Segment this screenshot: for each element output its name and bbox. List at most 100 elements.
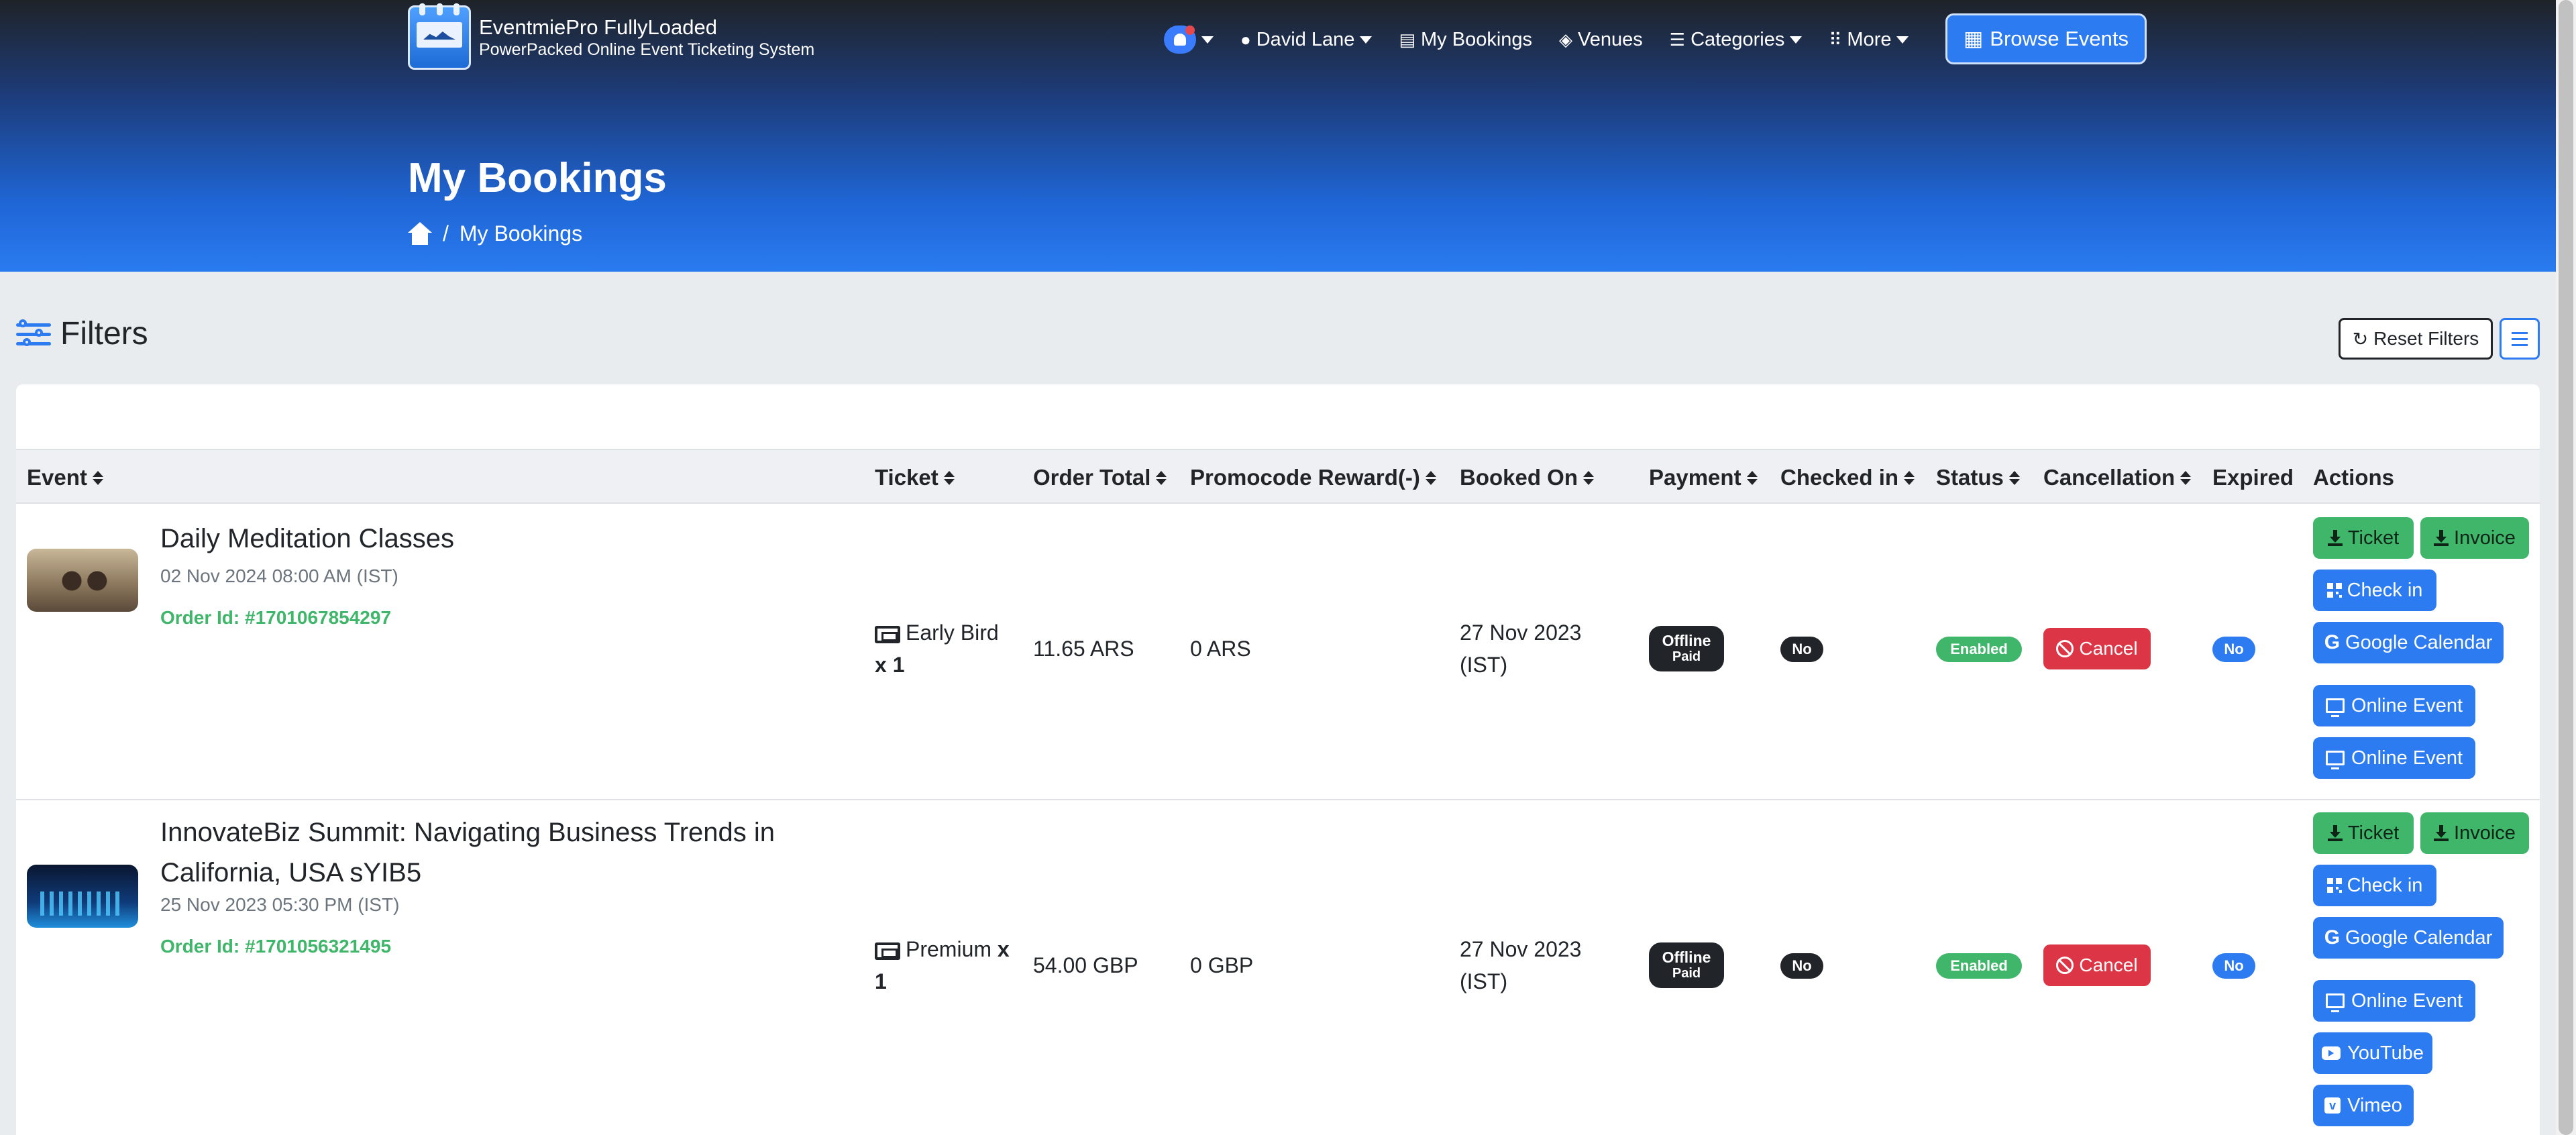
breadcrumb-current[interactable]: My Bookings: [460, 221, 582, 246]
scrollbar-track[interactable]: [2556, 0, 2576, 1135]
check-in-button[interactable]: Check in: [2313, 865, 2436, 906]
sort-icon: [1904, 470, 1915, 485]
ticket-cell: Early Bird x 1: [875, 620, 999, 677]
nav-my-bookings[interactable]: ▤ My Bookings: [1399, 29, 1532, 51]
nav-more[interactable]: ⠿ More: [1829, 29, 1909, 51]
header-order-total[interactable]: Order Total: [1033, 450, 1167, 505]
header-payment[interactable]: Payment: [1649, 450, 1758, 505]
youtube-icon: [2322, 1046, 2341, 1060]
cancel-booking-button[interactable]: Cancel: [2043, 944, 2151, 986]
online-event-button[interactable]: Online Event: [2313, 685, 2475, 726]
nav-venues-label: Venues: [1578, 28, 1643, 50]
reset-filters-button[interactable]: ↻ Reset Filters: [2339, 318, 2493, 360]
sort-icon: [92, 470, 103, 485]
order-id: Order Id: #1701056321495: [160, 936, 392, 957]
header-booked-on[interactable]: Booked On: [1460, 450, 1595, 505]
browse-events-label: Browse Events: [1990, 27, 2129, 50]
nav-categories[interactable]: ☰ Categories: [1670, 29, 1803, 51]
monitor-icon: [2325, 751, 2345, 769]
check-in-button[interactable]: Check in: [2313, 570, 2436, 611]
event-title[interactable]: InnovateBiz Summit: Navigating Business …: [160, 812, 775, 893]
event-date: 25 Nov 2023 05:30 PM (IST): [160, 894, 400, 915]
event-thumbnail[interactable]: [27, 865, 138, 928]
nav-more-label: More: [1847, 28, 1892, 50]
ban-icon: [2056, 640, 2074, 657]
table-row: Daily Meditation Classes 02 Nov 2024 08:…: [16, 505, 2540, 800]
map-icon: ◈: [1559, 29, 1573, 50]
download-ticket-button[interactable]: Ticket: [2313, 812, 2414, 854]
header-ticket[interactable]: Ticket: [875, 450, 955, 505]
status-badge: Enabled: [1936, 953, 2022, 979]
chevron-down-icon: [1896, 36, 1909, 44]
refresh-icon: ↻: [2352, 328, 2369, 349]
vimeo-button[interactable]: v Vimeo: [2313, 1085, 2414, 1126]
google-calendar-button[interactable]: G Google Calendar: [2313, 622, 2504, 663]
download-invoice-button[interactable]: Invoice: [2420, 812, 2529, 854]
nav-venues[interactable]: ◈ Venues: [1559, 29, 1643, 51]
youtube-button[interactable]: YouTube: [2313, 1032, 2432, 1074]
sort-icon: [1746, 470, 1758, 485]
online-event-button[interactable]: Online Event: [2313, 737, 2475, 779]
booked-on: 27 Nov 2023 (IST): [1460, 937, 1582, 993]
breadcrumb-separator: /: [443, 221, 449, 246]
app-subtitle: PowerPacked Online Event Ticketing Syste…: [479, 40, 815, 59]
event-thumbnail[interactable]: [27, 549, 138, 612]
status-badge: Enabled: [1936, 637, 2022, 662]
qrcode-icon: [2326, 583, 2342, 598]
google-calendar-button[interactable]: G Google Calendar: [2313, 917, 2504, 959]
header-cancellation[interactable]: Cancellation: [2043, 450, 2192, 505]
event-title[interactable]: Daily Meditation Classes: [160, 519, 454, 559]
chevron-down-icon: [1790, 36, 1803, 44]
ticket-icon: [875, 942, 900, 960]
download-icon: [2327, 530, 2343, 546]
download-icon: [2327, 825, 2343, 841]
download-ticket-button[interactable]: Ticket: [2313, 517, 2414, 559]
list-view-toggle-button[interactable]: [2500, 318, 2540, 360]
calendar-icon: ▦: [1963, 27, 1984, 50]
table-row: InnovateBiz Summit: Navigating Business …: [16, 800, 2540, 1135]
browse-events-button[interactable]: ▦ Browse Events: [1945, 13, 2147, 64]
google-icon: G: [2324, 926, 2341, 949]
sort-icon: [1156, 470, 1167, 485]
google-icon: G: [2324, 631, 2341, 653]
app-title: EventmiePro FullyLoaded: [479, 15, 717, 39]
notification-dot: [1185, 25, 1195, 35]
header-promocode[interactable]: Promocode Reward(-): [1190, 450, 1436, 505]
download-icon: [2434, 825, 2449, 841]
chevron-down-icon: [1201, 36, 1214, 44]
header-checked-in[interactable]: Checked in: [1780, 450, 1915, 505]
user-menu-dropdown[interactable]: ● David Lane: [1240, 28, 1373, 51]
order-id: Order Id: #1701067854297: [160, 607, 392, 628]
expired-badge: No: [2212, 637, 2255, 662]
online-event-button[interactable]: Online Event: [2313, 980, 2475, 1022]
checked-in-badge: No: [1780, 637, 1823, 662]
sort-icon: [943, 470, 955, 485]
header-event[interactable]: Event: [27, 450, 103, 505]
download-icon: [2434, 530, 2449, 546]
main-nav: ● David Lane ▤ My Bookings ◈ Venues ☰ Ca…: [1164, 13, 1935, 66]
user-name: David Lane: [1256, 28, 1355, 50]
cancel-booking-button[interactable]: Cancel: [2043, 628, 2151, 669]
filters-label: Filters: [60, 316, 148, 352]
qrcode-icon: [2326, 878, 2342, 893]
home-icon[interactable]: [408, 221, 432, 246]
scrollbar-thumb[interactable]: [2559, 0, 2573, 1135]
promocode-reward: 0 GBP: [1190, 953, 1254, 977]
sort-icon: [2008, 470, 2020, 485]
filters-toggle[interactable]: Filters: [16, 315, 148, 352]
nav-my-bookings-label: My Bookings: [1421, 28, 1533, 50]
sort-icon: [2180, 470, 2192, 485]
header-expired: Expired: [2212, 465, 2294, 490]
ban-icon: [2056, 957, 2074, 974]
header-status[interactable]: Status: [1936, 450, 2020, 505]
download-invoice-button[interactable]: Invoice: [2420, 517, 2529, 559]
bookings-table: Event Ticket Order Total Promocode Rewar…: [16, 384, 2540, 1135]
header-actions: Actions: [2313, 465, 2395, 490]
list-icon: ☰: [1669, 29, 1686, 50]
notifications-dropdown[interactable]: [1164, 25, 1214, 54]
brand-logo-link[interactable]: EventmiePro FullyLoaded PowerPacked Onli…: [408, 3, 815, 70]
monitor-icon: [2325, 698, 2345, 717]
expired-badge: No: [2212, 953, 2255, 979]
checked-in-badge: No: [1780, 953, 1823, 979]
reset-filters-label: Reset Filters: [2373, 328, 2479, 349]
